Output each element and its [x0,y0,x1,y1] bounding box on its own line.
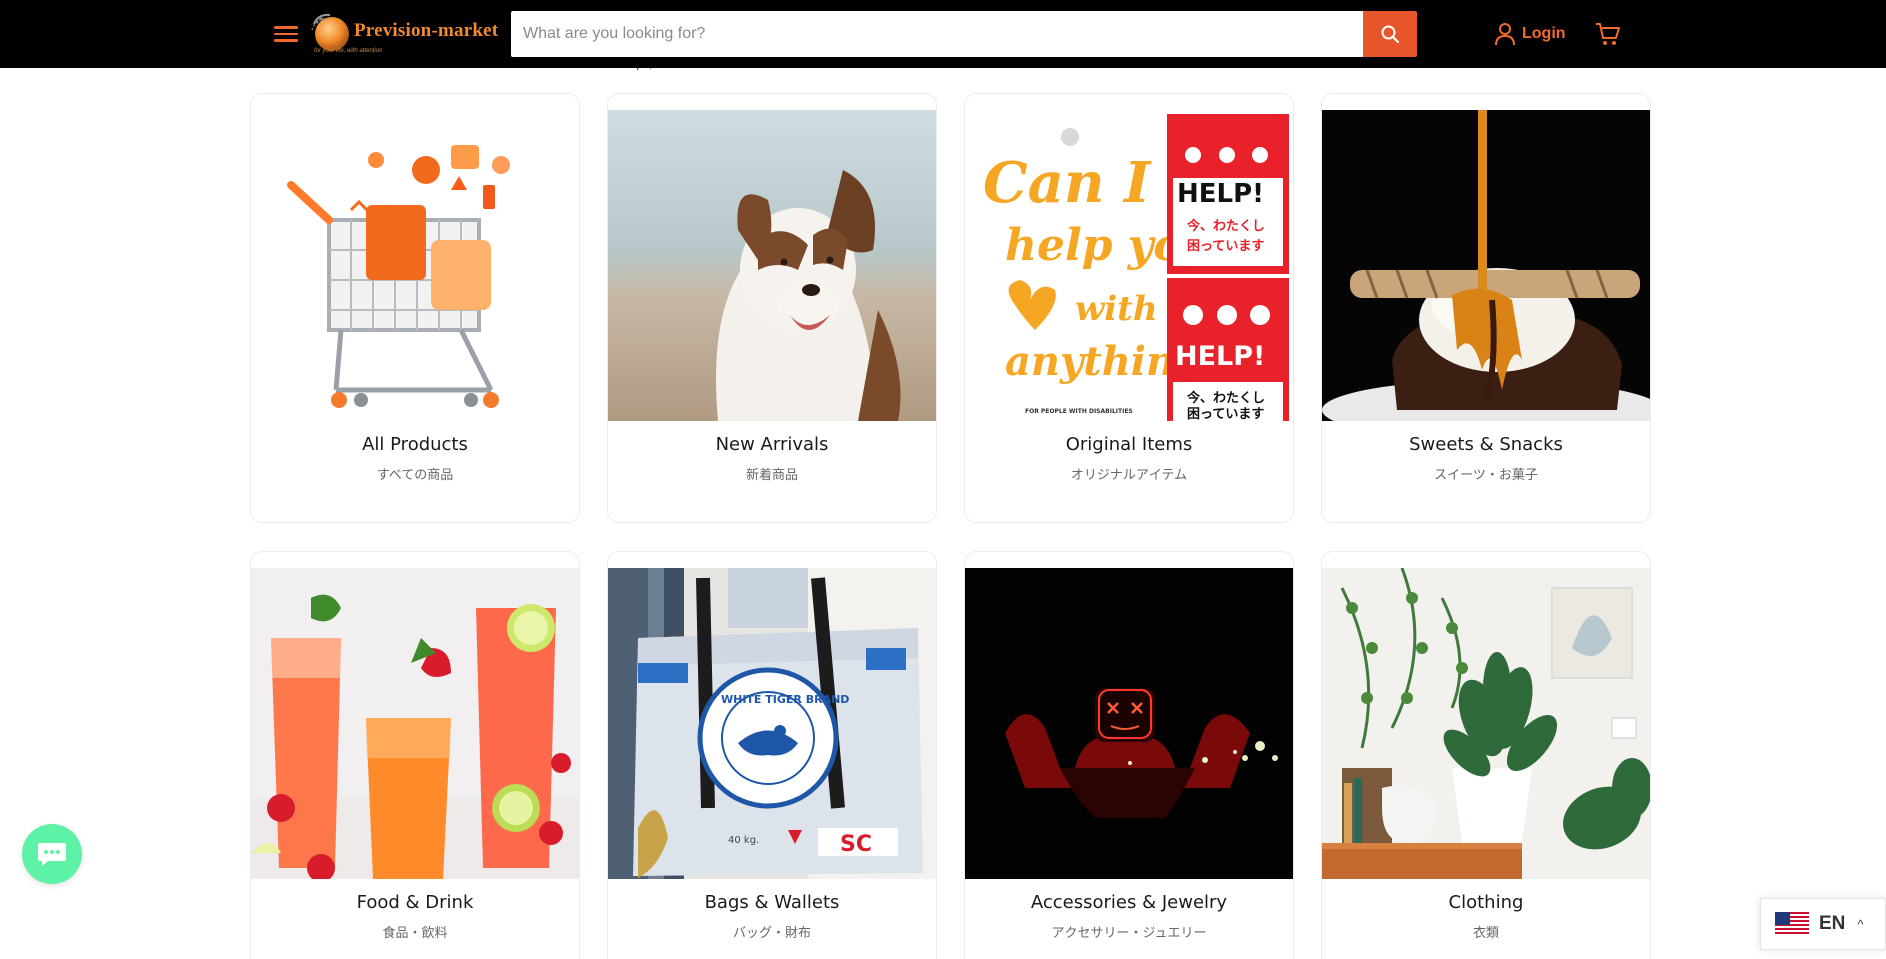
svg-text:HELP!: HELP! [1175,341,1265,372]
collection-subtitle: 衣類 [1472,926,1499,941]
svg-text:with: with [1075,289,1158,329]
chat-button[interactable] [22,824,82,884]
new-arrivals-image [608,110,936,421]
search-input[interactable] [511,11,1363,57]
collection-title: New Arrivals [715,434,829,455]
sweets-snacks-image [1322,110,1650,421]
site-header: Prevision-market for your life, with att… [0,0,1886,68]
site-logo[interactable]: Prevision-market for your life, with att… [308,8,498,60]
accessories-jewelry-image [965,568,1293,879]
collection-title: Accessories & Jewelry [1030,892,1228,913]
collection-subtitle: アクセサリー・ジュエリー [1051,926,1207,941]
food-drink-image [251,568,579,879]
cart-icon [1596,23,1620,45]
language-code: EN [1819,913,1846,934]
all-products-image [251,110,579,421]
chevron-up-icon: ^ [1857,916,1864,932]
bags-wallets-image: WHITE TIGER BRAND SC 40 kg. [608,568,936,879]
chat-bubble-icon [38,843,66,866]
svg-text:HELP!: HELP! [1177,179,1264,209]
collection-card-new-arrivals[interactable]: New Arrivals 新着商品 [607,93,937,523]
collection-card-bags-wallets[interactable]: WHITE TIGER BRAND SC 40 kg. Bags & Walle… [607,551,937,959]
collection-subtitle: バッグ・財布 [732,926,811,941]
collection-card-clothing[interactable]: Clothing 衣類 [1321,551,1651,959]
us-flag-icon [1775,912,1809,936]
collection-card-original-items[interactable]: Can I help you with anything? FOR PEOPLE… [964,93,1294,523]
hamburger-menu-button[interactable] [274,22,300,44]
search-button[interactable] [1363,11,1417,57]
svg-text:困っています: 困っています [1187,239,1264,254]
cart-button[interactable] [1594,20,1622,48]
collection-title: Original Items [1065,434,1193,455]
collection-card-accessories-jewelry[interactable]: Accessories & Jewelry アクセサリー・ジュエリー [964,551,1294,959]
user-icon [1495,23,1515,46]
svg-text:今、わたくし: 今、わたくし [1186,218,1265,234]
collection-subtitle: 食品・飲料 [382,926,448,941]
search-bar [511,11,1417,57]
collection-title: Food & Drink [356,892,474,913]
collection-subtitle: 新着商品 [745,468,798,483]
collection-title: Clothing [1448,892,1524,913]
svg-text:40 kg.: 40 kg. [728,835,759,846]
script-text-line1: Can I [983,150,1152,216]
collection-subtitle: オリジナルアイテム [1070,468,1188,483]
collection-card-all-products[interactable]: All Products すべての商品 [250,93,580,523]
collection-title: All Products [362,434,468,455]
bag-brand-text: WHITE TIGER BRAND [721,693,849,706]
login-link[interactable]: Login [1494,22,1566,46]
collection-card-food-drink[interactable]: Food & Drink 食品・飲料 [250,551,580,959]
collection-subtitle: スイーツ・お菓子 [1434,468,1538,483]
clothing-image [1322,568,1650,879]
svg-text:困っています: 困っています [1187,407,1264,421]
logo-text: Prevision-market [354,20,499,41]
search-icon [1381,25,1400,44]
login-label: Login [1522,25,1566,42]
poster-footer-text: FOR PEOPLE WITH DISABILITIES [1025,408,1133,415]
collection-card-sweets-snacks[interactable]: Sweets & Snacks スイーツ・お菓子 [1321,93,1651,523]
language-selector[interactable]: EN ^ [1760,898,1886,950]
svg-text:SC: SC [840,832,872,857]
logo-tagline: for your life, with attention [314,48,383,54]
collection-title: Sweets & Snacks [1409,434,1563,455]
collection-subtitle: すべての商品 [376,468,454,483]
svg-text:今、わたくし: 今、わたくし [1186,390,1265,406]
collection-title: Bags & Wallets [704,892,840,913]
original-items-image: Can I help you with anything? FOR PEOPLE… [965,110,1293,421]
